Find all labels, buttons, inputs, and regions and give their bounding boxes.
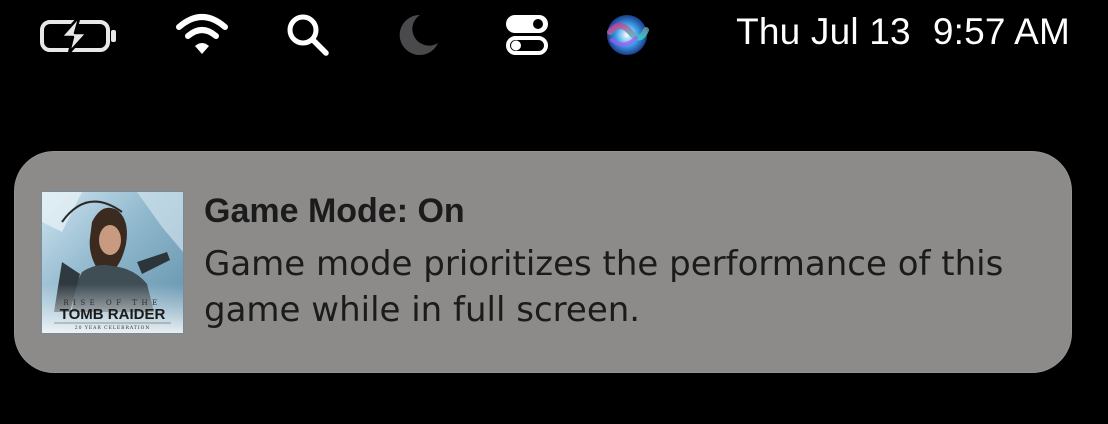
- logo-tomb-raider-text: TOMB RAIDER: [60, 306, 166, 323]
- control-center-icon[interactable]: [500, 0, 554, 70]
- focus-moon-icon[interactable]: [390, 0, 446, 70]
- siri-icon[interactable]: [600, 0, 654, 70]
- search-icon[interactable]: [282, 0, 334, 70]
- game-mode-notification[interactable]: RISE OF THE TOMB RAIDER 20 YEAR CELEBRAT…: [14, 151, 1072, 373]
- wifi-icon[interactable]: [172, 0, 232, 70]
- menubar-clock[interactable]: Thu Jul 13 9:57 AM: [736, 10, 1070, 54]
- notification-body: Game mode prioritizes the performance of…: [204, 244, 1004, 330]
- logo-celebration-text: 20 YEAR CELEBRATION: [75, 325, 151, 331]
- menubar-time: 9:57 AM: [932, 11, 1070, 52]
- menubar-date: Thu Jul 13: [736, 11, 911, 52]
- notification-content: Game Mode: On Game mode prioritizes the …: [204, 191, 1044, 333]
- tomb-raider-artwork: RISE OF THE TOMB RAIDER 20 YEAR CELEBRAT…: [42, 192, 183, 333]
- tomb-raider-app-icon: RISE OF THE TOMB RAIDER 20 YEAR CELEBRAT…: [41, 191, 184, 334]
- menu-bar: Thu Jul 13 9:57 AM: [0, 0, 1108, 70]
- notification-title: Game Mode: On: [204, 192, 465, 230]
- battery-charging-icon[interactable]: [36, 0, 122, 70]
